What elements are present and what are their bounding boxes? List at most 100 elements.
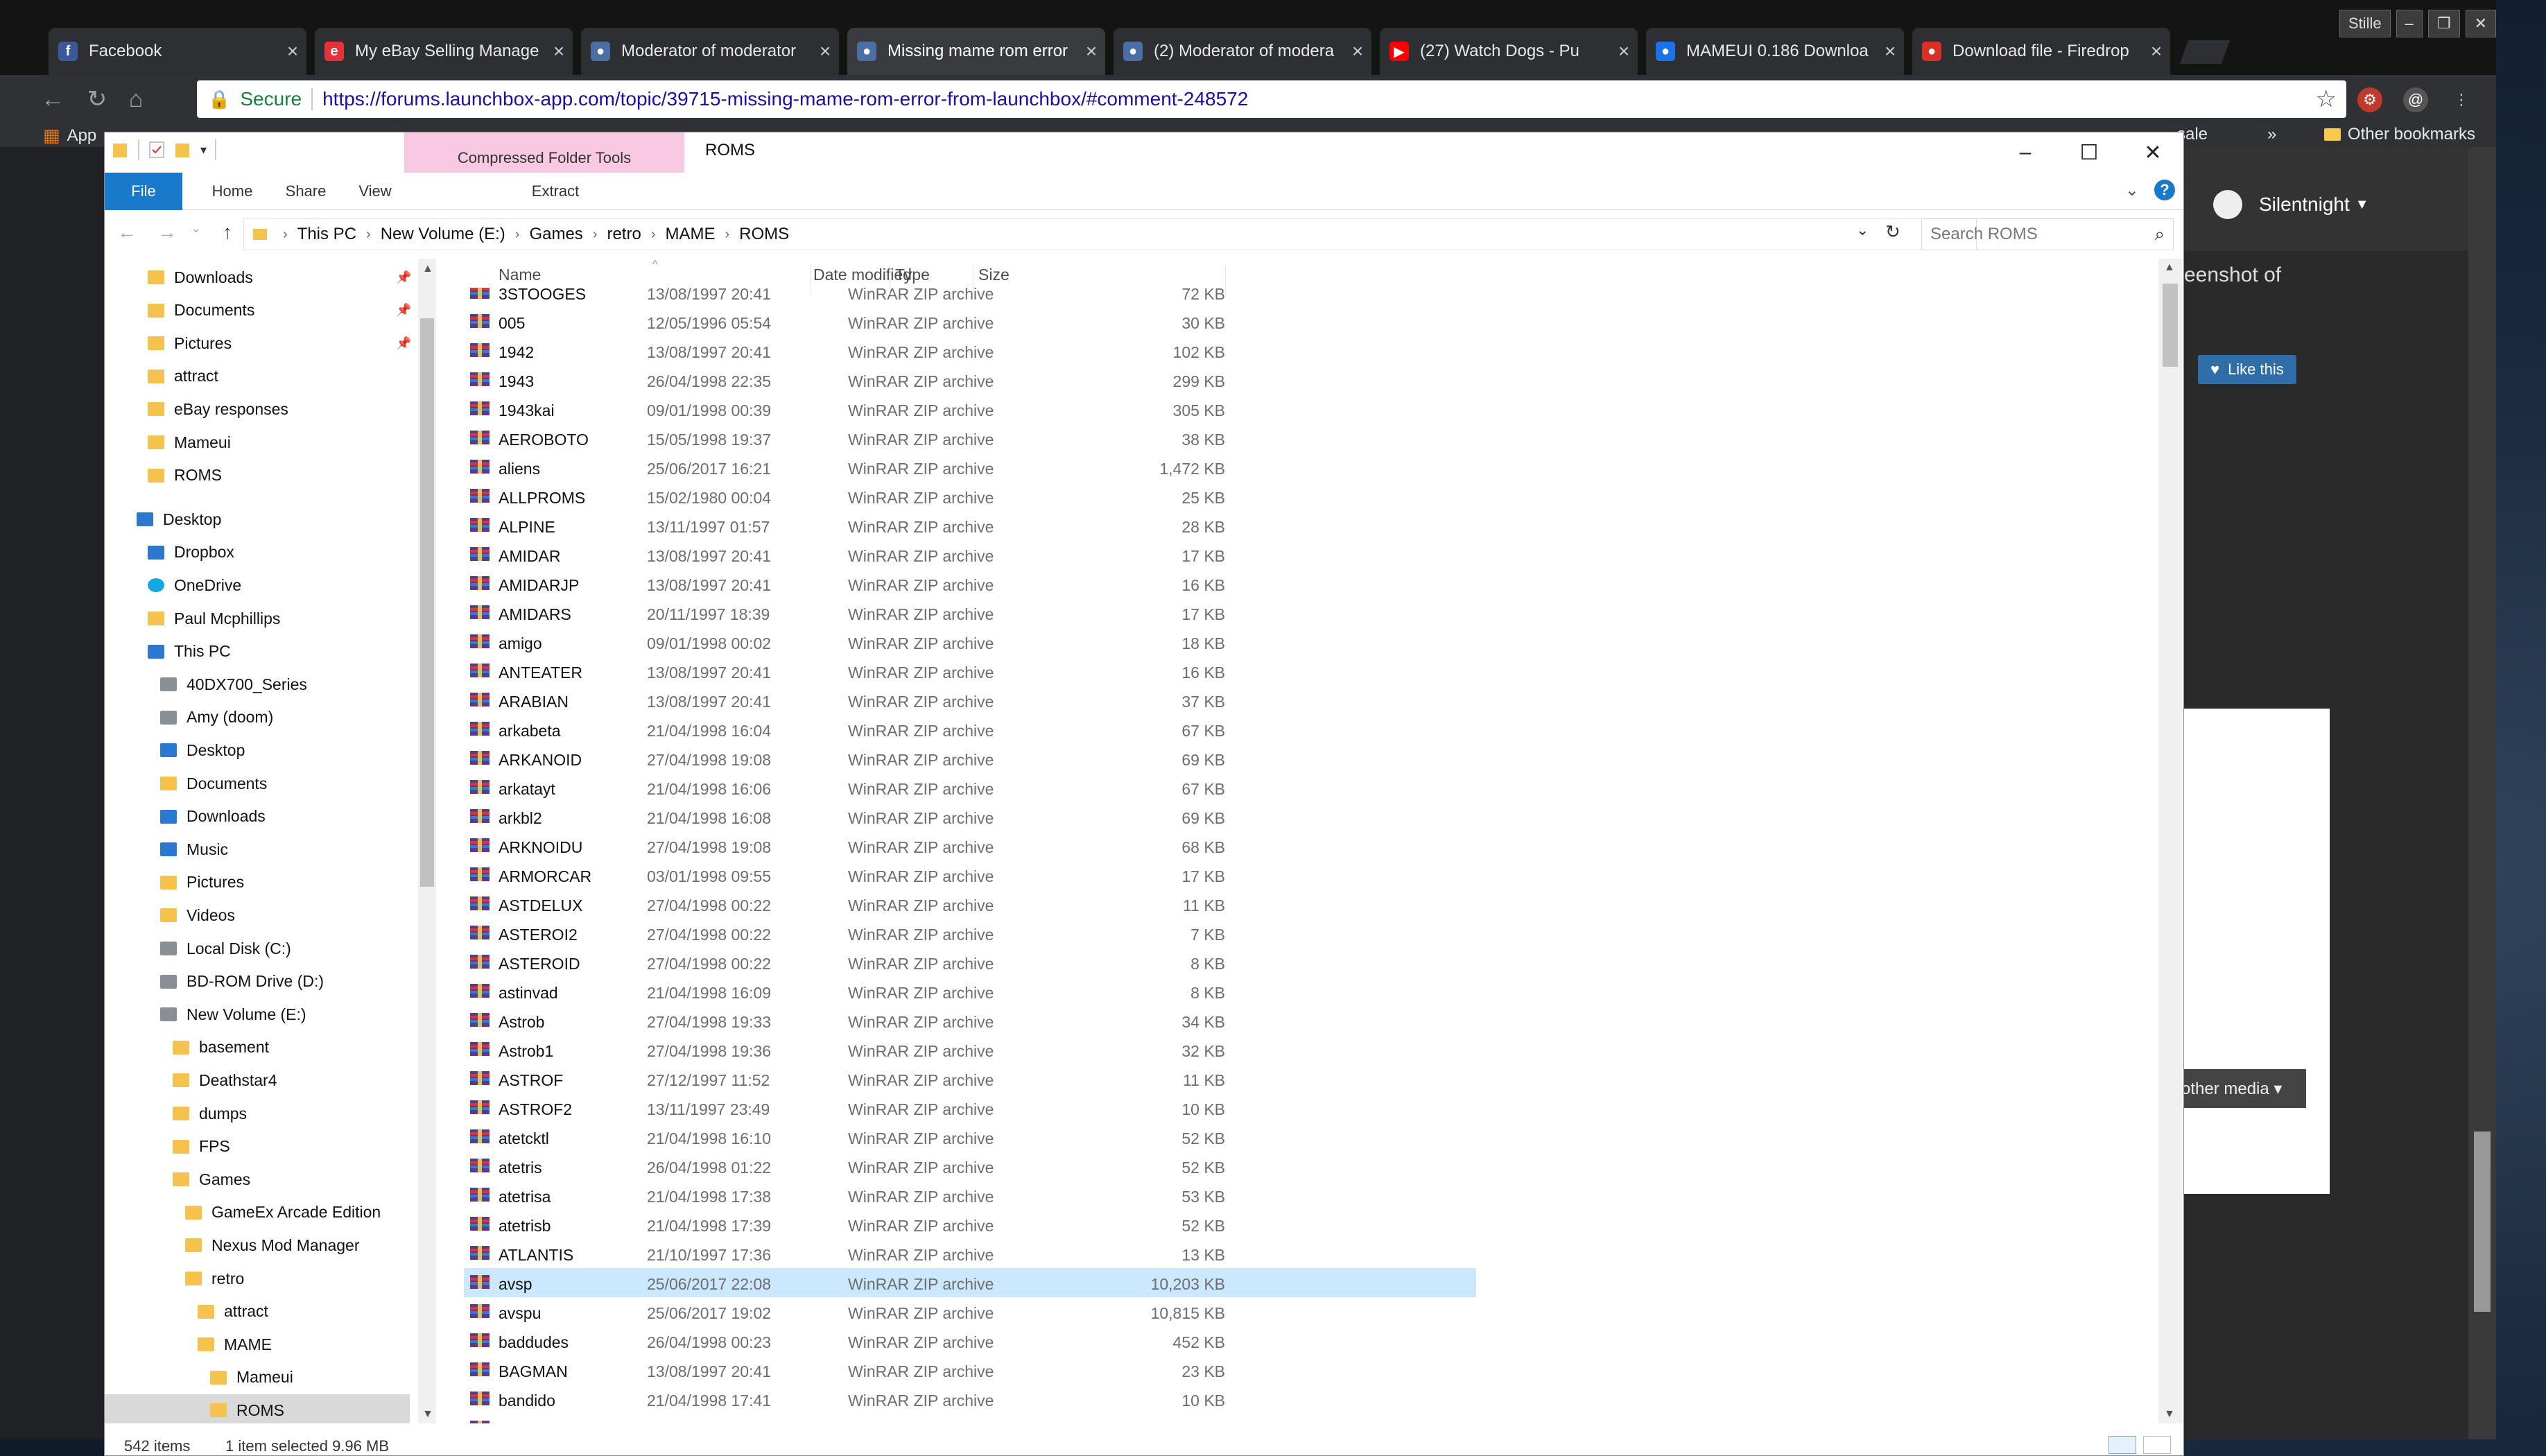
table-row[interactable]: atetcktl 21/04/1998 16:10 WinRAR ZIP archi… bbox=[464, 1123, 1476, 1152]
breadcrumb[interactable]: › This PC › New Volume (E:) › Games › retro › MAM… bbox=[243, 218, 1977, 250]
scroll-down-icon[interactable]: ▼ bbox=[422, 1408, 433, 1421]
nav-item[interactable]: Documents bbox=[105, 768, 267, 799]
table-row[interactable]: astinvad 21/04/1998 16:09 WinRAR ZIP archi… bbox=[464, 977, 1476, 1006]
nav-item[interactable]: Mameui bbox=[105, 1362, 293, 1394]
nav-item[interactable]: Downloads 📌 bbox=[105, 261, 411, 293]
page-scrollbar[interactable] bbox=[2468, 147, 2496, 1439]
scrollbar-thumb[interactable] bbox=[420, 318, 434, 887]
breadcrumb-item[interactable]: ROMS bbox=[739, 225, 789, 244]
nav-item[interactable]: Documents 📌 bbox=[105, 295, 411, 327]
close-button[interactable]: ✕ bbox=[2465, 10, 2496, 37]
table-row[interactable]: ARKNOIDU 27/04/1998 19:08 WinRAR ZIP archi… bbox=[464, 831, 1476, 860]
scroll-up-icon[interactable]: ▲ bbox=[2164, 261, 2175, 274]
browser-tab[interactable]: ● MAMEUI 0.186 Downloa × bbox=[1646, 28, 1904, 75]
tab-share[interactable]: Share bbox=[271, 173, 340, 210]
nav-item[interactable]: 40DX700_Series bbox=[105, 668, 307, 700]
nav-item[interactable]: Pictures 📌 bbox=[105, 327, 411, 359]
table-row[interactable]: arkabeta 21/04/1998 16:04 WinRAR ZIP archi… bbox=[464, 715, 1476, 744]
table-row[interactable]: ASTEROI2 27/04/1998 00:22 WinRAR ZIP archi… bbox=[464, 919, 1476, 948]
nav-item[interactable]: New Volume (E:) bbox=[105, 998, 306, 1030]
chevron-right-icon[interactable]: › bbox=[651, 227, 656, 243]
browser-tab[interactable]: ● (2) Moderator of modera × bbox=[1114, 28, 1371, 75]
tab-extract[interactable]: Extract bbox=[507, 173, 604, 210]
nav-item[interactable]: dumps bbox=[105, 1098, 247, 1129]
table-row[interactable]: avspu 25/06/2017 19:02 WinRAR ZIP archive 1… bbox=[464, 1297, 1476, 1326]
address-dropdown-icon[interactable]: ⌄ bbox=[1856, 221, 1869, 239]
chevron-right-icon[interactable]: › bbox=[283, 227, 288, 243]
nav-item[interactable]: Desktop bbox=[105, 503, 221, 535]
browser-tab[interactable]: ● Download file - Firedrop × bbox=[1912, 28, 2170, 75]
table-row[interactable]: AMIDARS 20/11/1997 18:39 WinRAR ZIP archiv… bbox=[464, 598, 1476, 627]
nav-item[interactable]: retro bbox=[105, 1263, 244, 1294]
close-tab-icon[interactable]: × bbox=[279, 40, 306, 62]
maximize-button[interactable]: ☐ bbox=[2057, 132, 2121, 173]
reload-icon[interactable]: ↻ bbox=[78, 85, 116, 113]
table-row[interactable]: ARKANOID 27/04/1998 19:08 WinRAR ZIP archi… bbox=[464, 744, 1476, 773]
tab-file[interactable]: File bbox=[105, 173, 182, 210]
close-tab-icon[interactable]: × bbox=[811, 40, 839, 62]
nav-item[interactable]: Dropbox bbox=[105, 537, 234, 569]
nav-item[interactable]: Local Disk (C:) bbox=[105, 933, 291, 964]
minimize-button[interactable]: – bbox=[1993, 132, 2057, 173]
scroll-up-icon[interactable]: ▲ bbox=[422, 263, 433, 275]
close-tab-icon[interactable]: × bbox=[1876, 40, 1904, 62]
close-tab-icon[interactable]: × bbox=[1077, 40, 1105, 62]
close-tab-icon[interactable]: × bbox=[2142, 40, 2170, 62]
nav-item[interactable]: Downloads bbox=[105, 801, 266, 833]
table-row[interactable]: atetris 26/04/1998 01:22 WinRAR ZIP archiv… bbox=[464, 1152, 1476, 1181]
column-divider[interactable] bbox=[1225, 266, 1226, 295]
back-icon[interactable]: ← bbox=[33, 86, 72, 113]
star-icon[interactable]: ☆ bbox=[2316, 85, 2337, 113]
user-menu[interactable]: Silentnight ▼ bbox=[2213, 190, 2369, 219]
table-row[interactable]: 1943 26/04/1998 22:35 WinRAR ZIP archive 29… bbox=[464, 365, 1476, 395]
nav-item[interactable]: Deathstar4 bbox=[105, 1064, 277, 1096]
table-row[interactable]: AEROBOTO 15/05/1998 19:37 WinRAR ZIP archi… bbox=[464, 424, 1476, 453]
table-row[interactable]: ASTEROID 27/04/1998 00:22 WinRAR ZIP archi… bbox=[464, 948, 1476, 977]
nav-item[interactable]: This PC bbox=[105, 636, 231, 668]
nav-item[interactable]: ROMS bbox=[105, 1394, 410, 1423]
close-tab-icon[interactable]: × bbox=[1610, 40, 1638, 62]
nav-item[interactable]: Nexus Mod Manager bbox=[105, 1229, 360, 1261]
close-tab-icon[interactable]: × bbox=[545, 40, 573, 62]
table-row[interactable]: atetrisb 21/04/1998 17:39 WinRAR ZIP archi… bbox=[464, 1210, 1476, 1239]
recent-locations-icon[interactable]: ⌄ bbox=[191, 221, 201, 236]
table-row[interactable]: amigo 09/01/1998 00:02 WinRAR ZIP archive 1… bbox=[464, 627, 1476, 657]
table-row[interactable]: aliens 25/06/2017 16:21 WinRAR ZIP archive… bbox=[464, 453, 1476, 482]
chevron-right-icon[interactable]: › bbox=[366, 227, 371, 243]
browser-tab[interactable]: ● Missing mame rom error × bbox=[847, 28, 1105, 75]
browser-tab[interactable]: f Facebook × bbox=[49, 28, 306, 75]
table-row[interactable]: Astrob1 27/04/1998 19:36 WinRAR ZIP archiv… bbox=[464, 1035, 1476, 1064]
table-row[interactable]: ASTDELUX 27/04/1998 00:22 WinRAR ZIP archi… bbox=[464, 890, 1476, 919]
table-row[interactable]: baddudes 26/04/1998 00:23 WinRAR ZIP archi… bbox=[464, 1326, 1476, 1355]
other-bookmarks[interactable]: Other bookmarks bbox=[2323, 125, 2475, 144]
search-box[interactable]: Search ROMS ⌕ bbox=[1921, 218, 2174, 250]
customize-toolbar-icon[interactable]: ▾ bbox=[200, 143, 207, 157]
properties-icon[interactable] bbox=[148, 139, 166, 160]
table-row[interactable]: 1942 13/08/1997 20:41 WinRAR ZIP archive 10… bbox=[464, 336, 1476, 365]
chevron-right-icon[interactable]: › bbox=[593, 227, 598, 243]
close-button[interactable]: ✕ bbox=[2121, 132, 2183, 173]
breadcrumb-item[interactable]: MAME bbox=[666, 225, 716, 244]
navigation-scrollbar[interactable]: ▲ ▼ bbox=[418, 259, 436, 1423]
table-row[interactable]: ALPINE 13/11/1997 01:57 WinRAR ZIP archive… bbox=[464, 511, 1476, 540]
extension-icon[interactable]: ⚙ bbox=[2357, 87, 2382, 112]
scrollbar-thumb[interactable] bbox=[2474, 1132, 2491, 1312]
breadcrumb-item[interactable]: Games bbox=[529, 225, 582, 244]
nav-item[interactable]: Music bbox=[105, 833, 228, 865]
table-row[interactable]: ASTROF2 13/11/1997 23:49 WinRAR ZIP archiv… bbox=[464, 1093, 1476, 1123]
table-row[interactable]: arkatayt 21/04/1998 16:06 WinRAR ZIP archi… bbox=[464, 773, 1476, 802]
url-text[interactable]: https://forums.launchbox-app.com/topic/3… bbox=[322, 88, 1248, 110]
table-row[interactable]: AMIDAR 13/08/1997 20:41 WinRAR ZIP archive… bbox=[464, 540, 1476, 569]
column-type[interactable]: Type bbox=[895, 266, 930, 284]
restore-button[interactable]: ❐ bbox=[2427, 10, 2460, 37]
nav-item[interactable]: Pictures bbox=[105, 867, 244, 899]
table-row[interactable]: AMIDARJP 13/08/1997 20:41 WinRAR ZIP archi… bbox=[464, 569, 1476, 598]
minimize-button[interactable]: – bbox=[2396, 10, 2423, 37]
large-icons-view-button[interactable] bbox=[2143, 1436, 2171, 1454]
breadcrumb-item[interactable]: This PC bbox=[297, 225, 356, 244]
tab-home[interactable]: Home bbox=[198, 173, 267, 210]
extension-icon[interactable]: @ bbox=[2403, 87, 2428, 112]
table-row[interactable]: arkbl2 21/04/1998 16:08 WinRAR ZIP archive… bbox=[464, 802, 1476, 831]
browser-tab[interactable]: ▶ (27) Watch Dogs - Pu × bbox=[1380, 28, 1638, 75]
details-view-button[interactable] bbox=[2108, 1436, 2136, 1454]
